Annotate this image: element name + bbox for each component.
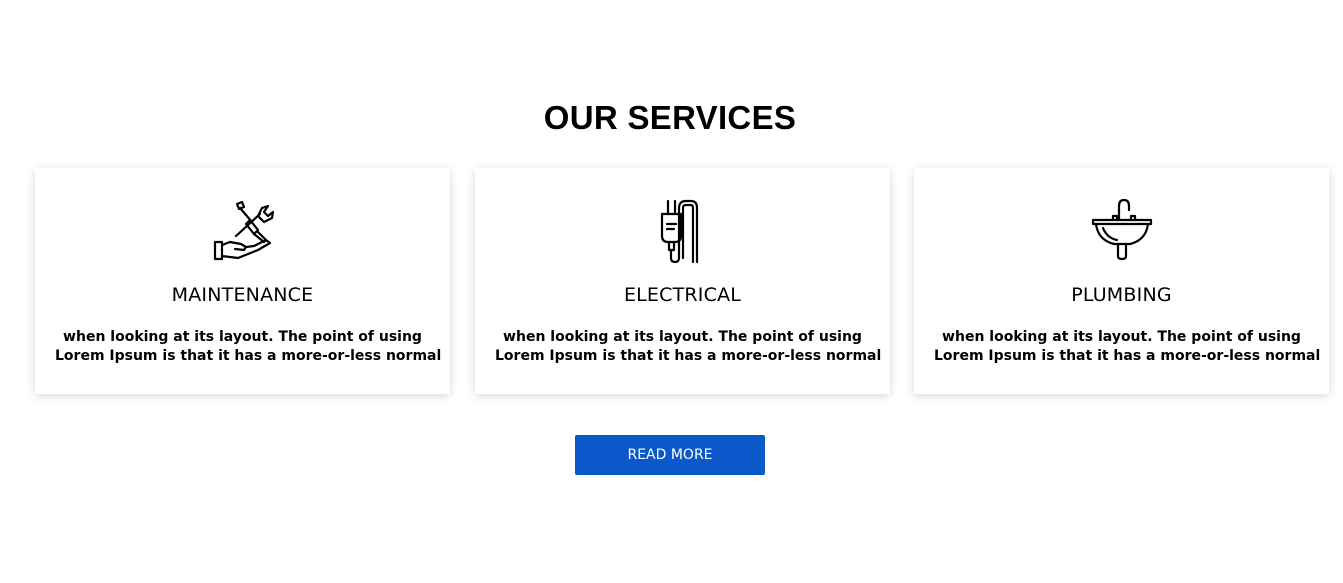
service-card-maintenance: MAINTENANCE when looking at its layout. … [35, 168, 450, 394]
sink-faucet-icon [1087, 198, 1157, 264]
service-description: when looking at its layout. The point of… [55, 328, 442, 366]
service-title: ELECTRICAL [623, 284, 742, 306]
service-card-electrical: ELECTRICAL when looking at its layout. T… [475, 168, 890, 394]
service-description-line: Lorem Ipsum is that it has a more-or-les… [495, 348, 882, 364]
service-description-line: Lorem Ipsum is that it has a more-or-les… [934, 348, 1321, 364]
service-description: when looking at its layout. The point of… [495, 328, 882, 366]
service-title: PLUMBING [1071, 284, 1172, 306]
section-title: OUR SERVICES [543, 99, 797, 136]
service-description-line: Lorem Ipsum is that it has a more-or-les… [55, 348, 442, 364]
services-list: MAINTENANCE when looking at its layout. … [35, 168, 1329, 394]
read-more-button[interactable]: READ MORE [575, 435, 765, 475]
service-description-line: when looking at its layout. The point of… [63, 329, 422, 345]
tools-hand-icon [208, 198, 278, 264]
service-title: MAINTENANCE [171, 284, 314, 306]
service-card-plumbing: PLUMBING when looking at its layout. The… [914, 168, 1329, 394]
service-description-line: when looking at its layout. The point of… [503, 329, 862, 345]
service-description-line: when looking at its layout. The point of… [942, 329, 1301, 345]
plug-icon [648, 198, 718, 264]
service-description: when looking at its layout. The point of… [934, 328, 1321, 366]
